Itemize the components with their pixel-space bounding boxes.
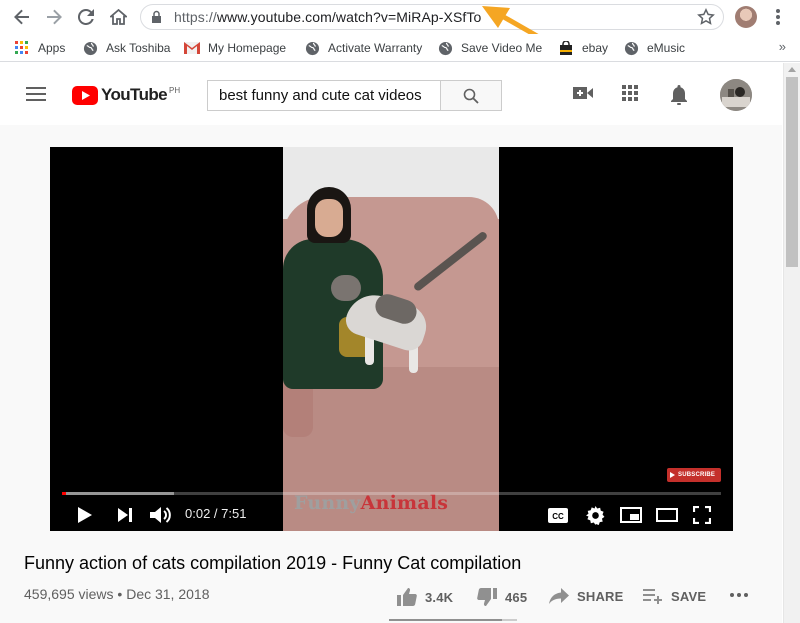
- notifications-bell-icon[interactable]: [670, 85, 688, 105]
- view-count: 459,695 views: [24, 586, 114, 602]
- home-button[interactable]: [106, 5, 130, 29]
- scroll-up-arrow-icon[interactable]: [788, 67, 796, 72]
- like-button[interactable]: 3.4K: [397, 588, 453, 606]
- account-avatar[interactable]: [720, 79, 752, 111]
- sentiment-bar: [389, 619, 517, 621]
- home-icon: [109, 9, 127, 25]
- gear-icon: [585, 505, 604, 525]
- globe-icon: [82, 40, 98, 56]
- search-input[interactable]: best funny and cute cat videos: [207, 80, 440, 111]
- youtube-logo[interactable]: YouTube PH: [72, 85, 180, 105]
- browser-toolbar: https://www.youtube.com/watch?v=MiRAp-XS…: [0, 0, 800, 51]
- bookmark-apps[interactable]: Apps: [14, 40, 65, 56]
- video-frame[interactable]: [283, 147, 499, 531]
- globe-icon: [623, 40, 639, 56]
- upload-date: Dec 31, 2018: [126, 586, 210, 602]
- avatar-photo-icon: [720, 79, 752, 111]
- next-icon: [118, 508, 132, 522]
- play-triangle-icon: [670, 472, 675, 478]
- bookmarks-overflow-button[interactable]: »: [779, 39, 786, 54]
- search-icon: [463, 88, 479, 104]
- bookmark-activate-warranty[interactable]: Activate Warranty: [304, 40, 422, 56]
- fullscreen-button[interactable]: [690, 503, 714, 527]
- create-video-icon[interactable]: [573, 85, 593, 101]
- channel-watermark: FunnyAnimals: [294, 492, 449, 514]
- progress-bar[interactable]: [62, 492, 721, 495]
- back-button[interactable]: [10, 5, 34, 29]
- video-meta: 459,695 views • Dec 31, 2018: [24, 586, 210, 602]
- forward-button[interactable]: [42, 5, 66, 29]
- apps-grid-icon: [14, 40, 30, 56]
- save-button[interactable]: SAVE: [643, 588, 706, 604]
- page-scrollbar[interactable]: [783, 63, 800, 623]
- bookmark-star-icon[interactable]: [697, 8, 715, 26]
- progress-played: [62, 492, 66, 495]
- bookmark-ebay[interactable]: ebay: [558, 40, 608, 56]
- browser-menu-icon[interactable]: [772, 6, 784, 28]
- theater-mode-icon: [656, 508, 678, 522]
- time-display: 0:02 / 7:51: [185, 506, 247, 521]
- dislike-button[interactable]: 465: [477, 588, 527, 606]
- globe-icon: [304, 40, 320, 56]
- arrow-right-icon: [47, 9, 62, 25]
- thumbs-up-icon: [397, 588, 417, 606]
- share-arrow-icon: [549, 588, 569, 604]
- profile-avatar[interactable]: [735, 6, 757, 28]
- playlist-add-icon: [643, 588, 663, 604]
- progress-buffered: [62, 492, 175, 495]
- hamburger-menu-icon[interactable]: [26, 87, 46, 101]
- volume-button[interactable]: [148, 503, 174, 527]
- scrollbar-thumb[interactable]: [786, 77, 798, 267]
- bookmark-save-video-me[interactable]: Save Video Me: [437, 40, 542, 56]
- more-actions-button[interactable]: [729, 592, 749, 598]
- lock-icon: [152, 10, 161, 23]
- gmail-icon: [184, 40, 200, 56]
- captions-icon: CC: [548, 507, 568, 523]
- theater-mode-button[interactable]: [655, 503, 679, 527]
- next-button[interactable]: [114, 503, 136, 527]
- miniplayer-button[interactable]: [619, 503, 643, 527]
- bookmarks-bar: Apps Ask Toshiba My Homepage Activate Wa…: [0, 34, 800, 62]
- shopping-bag-icon: [558, 40, 574, 56]
- url-text[interactable]: https://www.youtube.com/watch?v=MiRAp-XS…: [174, 9, 481, 25]
- captions-button[interactable]: CC: [547, 503, 569, 527]
- video-title: Funny action of cats compilation 2019 - …: [24, 553, 522, 573]
- reload-icon: [78, 9, 94, 25]
- video-player[interactable]: SUBSCRIBE FunnyAnimals 0:02 / 7:51 CC: [50, 147, 733, 531]
- search-button[interactable]: [440, 80, 502, 111]
- play-icon: [78, 507, 92, 523]
- svg-text:CC: CC: [552, 512, 564, 521]
- globe-icon: [437, 40, 453, 56]
- bookmark-emusic[interactable]: eMusic: [623, 40, 685, 56]
- sentiment-like-fill: [389, 619, 502, 621]
- address-bar[interactable]: https://www.youtube.com/watch?v=MiRAp-XS…: [140, 4, 724, 30]
- arrow-left-icon: [14, 9, 29, 25]
- apps-icon[interactable]: [622, 85, 638, 101]
- bookmark-ask-toshiba[interactable]: Ask Toshiba: [82, 40, 170, 56]
- volume-icon: [150, 507, 171, 523]
- youtube-header: YouTube PH best funny and cute cat video…: [0, 63, 782, 125]
- miniplayer-icon: [620, 507, 642, 523]
- bookmark-my-homepage[interactable]: My Homepage: [184, 40, 286, 56]
- youtube-play-logo-icon: [72, 85, 98, 105]
- settings-button[interactable]: [583, 503, 607, 527]
- fullscreen-icon: [693, 506, 711, 524]
- share-button[interactable]: SHARE: [549, 588, 624, 604]
- play-button[interactable]: [74, 503, 96, 527]
- thumbs-down-icon: [477, 588, 497, 606]
- subscribe-watermark-button[interactable]: SUBSCRIBE: [667, 468, 721, 482]
- more-horizontal-icon: [730, 593, 748, 597]
- reload-button[interactable]: [74, 5, 98, 29]
